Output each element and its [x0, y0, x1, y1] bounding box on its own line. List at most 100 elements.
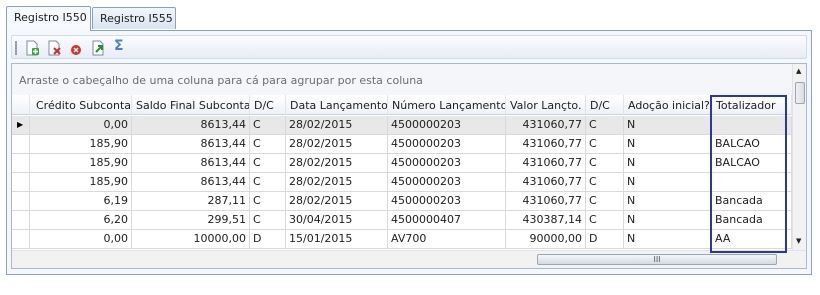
cell-valor-lancto[interactable]: 431060,77 [506, 154, 586, 172]
table-row[interactable]: 6,19 287,11 C 28/02/2015 4500000203 431060,77… [12, 192, 792, 211]
cell-credito-subconta[interactable]: 185,90 [30, 154, 132, 172]
cell-dc-2[interactable]: C [586, 135, 624, 153]
export-icon[interactable] [90, 40, 106, 56]
cell-credito-subconta[interactable]: 0,00 [30, 116, 132, 134]
cell-data-lancamento[interactable]: 28/02/2015 [286, 116, 388, 134]
cell-dc[interactable]: C [250, 116, 286, 134]
cell-saldo-final-subconta[interactable]: 8613,44 [132, 116, 250, 134]
cell-numero-lancamento[interactable]: AV700 [388, 230, 506, 248]
cell-dc-2[interactable]: D [586, 230, 624, 248]
header-saldo-final-subconta[interactable]: Saldo Final Subconta [132, 95, 250, 115]
cell-adocao-inicial[interactable]: N [624, 230, 712, 248]
cell-credito-subconta[interactable]: 6,20 [30, 211, 132, 229]
table-row[interactable]: 185,90 8613,44 C 28/02/2015 4500000203 431060… [12, 154, 792, 173]
toolbar-grip[interactable] [15, 41, 17, 55]
tab-registro-i550[interactable]: Registro I550 [6, 6, 91, 31]
vertical-scroll-thumb[interactable] [795, 82, 805, 104]
cell-totalizador[interactable]: BALCAO [712, 135, 792, 153]
cell-totalizador[interactable]: AA [712, 230, 792, 248]
row-indicator[interactable] [12, 154, 30, 172]
header-adocao-inicial[interactable]: Adoção inicial? [624, 95, 712, 115]
scroll-down-arrow-icon[interactable]: ▼ [796, 237, 801, 245]
row-indicator[interactable] [12, 173, 30, 191]
cell-totalizador[interactable]: Bancada [712, 192, 792, 210]
cell-totalizador[interactable]: BALCAO [712, 154, 792, 172]
cell-dc-2[interactable]: C [586, 154, 624, 172]
table-row[interactable]: 0,00 10000,00 D 15/01/2015 AV700 90000,00 D N AA [12, 230, 792, 249]
cell-dc[interactable]: C [250, 135, 286, 153]
cell-adocao-inicial[interactable]: N [624, 135, 712, 153]
cell-adocao-inicial[interactable]: N [624, 116, 712, 134]
table-row[interactable]: 185,90 8613,44 C 28/02/2015 4500000203 431060… [12, 135, 792, 154]
vertical-scrollbar[interactable]: ▲ ▼ [792, 64, 806, 250]
cell-numero-lancamento[interactable]: 4500000407 [388, 211, 506, 229]
cell-credito-subconta[interactable]: 185,90 [30, 173, 132, 191]
cell-dc[interactable]: C [250, 211, 286, 229]
cell-dc[interactable]: C [250, 154, 286, 172]
cell-saldo-final-subconta[interactable]: 299,51 [132, 211, 250, 229]
horizontal-scroll-thumb[interactable]: III [537, 254, 777, 265]
cell-numero-lancamento[interactable]: 4500000203 [388, 192, 506, 210]
row-indicator[interactable] [12, 135, 30, 153]
table-row[interactable]: 6,20 299,51 C 30/04/2015 4500000407 430387,14… [12, 211, 792, 230]
row-indicator[interactable] [12, 230, 30, 248]
cell-adocao-inicial[interactable]: N [624, 173, 712, 191]
cell-dc-2[interactable]: C [586, 173, 624, 191]
cell-credito-subconta[interactable]: 185,90 [30, 135, 132, 153]
cell-saldo-final-subconta[interactable]: 8613,44 [132, 135, 250, 153]
header-numero-lancamento[interactable]: Número Lançamento [388, 95, 506, 115]
cell-dc[interactable]: D [250, 230, 286, 248]
cell-data-lancamento[interactable]: 28/02/2015 [286, 135, 388, 153]
horizontal-scrollbar[interactable]: III [12, 250, 806, 268]
tab-registro-i555[interactable]: Registro I555 [92, 7, 176, 29]
cell-totalizador[interactable]: Bancada [712, 211, 792, 229]
cell-valor-lancto[interactable]: 90000,00 [506, 230, 586, 248]
cell-valor-lancto[interactable]: 431060,77 [506, 116, 586, 134]
cell-dc-2[interactable]: C [586, 211, 624, 229]
row-indicator[interactable]: ▶ [12, 116, 30, 134]
sum-icon[interactable]: Σ [114, 38, 130, 54]
scroll-up-arrow-icon[interactable]: ▲ [796, 67, 801, 75]
cell-valor-lancto[interactable]: 431060,77 [506, 173, 586, 191]
cancel-icon[interactable] [68, 40, 84, 56]
cell-dc[interactable]: C [250, 192, 286, 210]
cell-data-lancamento[interactable]: 28/02/2015 [286, 173, 388, 191]
cell-dc-2[interactable]: C [586, 116, 624, 134]
header-data-lancamento[interactable]: Data Lançamento [286, 95, 388, 115]
add-icon[interactable] [24, 40, 40, 56]
cell-numero-lancamento[interactable]: 4500000203 [388, 154, 506, 172]
header-dc-2[interactable]: D/C [586, 95, 624, 115]
cell-credito-subconta[interactable]: 0,00 [30, 230, 132, 248]
cell-totalizador[interactable] [712, 173, 792, 191]
cell-saldo-final-subconta[interactable]: 8613,44 [132, 173, 250, 191]
cell-data-lancamento[interactable]: 28/02/2015 [286, 192, 388, 210]
cell-saldo-final-subconta[interactable]: 287,11 [132, 192, 250, 210]
cell-dc[interactable]: C [250, 173, 286, 191]
cell-saldo-final-subconta[interactable]: 8613,44 [132, 154, 250, 172]
cell-saldo-final-subconta[interactable]: 10000,00 [132, 230, 250, 248]
row-indicator[interactable] [12, 192, 30, 210]
cell-valor-lancto[interactable]: 431060,77 [506, 192, 586, 210]
cell-numero-lancamento[interactable]: 4500000203 [388, 116, 506, 134]
group-by-panel[interactable]: Arraste o cabeçalho de uma coluna para c… [12, 64, 792, 95]
cell-data-lancamento[interactable]: 30/04/2015 [286, 211, 388, 229]
header-totalizador[interactable]: Totalizador [712, 95, 792, 115]
cell-totalizador[interactable] [712, 116, 792, 134]
cell-adocao-inicial[interactable]: N [624, 211, 712, 229]
delete-icon[interactable] [46, 40, 62, 56]
cell-valor-lancto[interactable]: 431060,77 [506, 135, 586, 153]
cell-credito-subconta[interactable]: 6,19 [30, 192, 132, 210]
cell-adocao-inicial[interactable]: N [624, 192, 712, 210]
table-row[interactable]: 185,90 8613,44 C 28/02/2015 4500000203 431060… [12, 173, 792, 192]
cell-numero-lancamento[interactable]: 4500000203 [388, 173, 506, 191]
header-credito-subconta[interactable]: Crédito Subconta [30, 95, 132, 115]
table-row[interactable]: ▶ 0,00 8613,44 C 28/02/2015 4500000203 431060,… [12, 116, 792, 135]
cell-numero-lancamento[interactable]: 4500000203 [388, 135, 506, 153]
header-valor-lancto[interactable]: Valor Lançto. [506, 95, 586, 115]
header-dc[interactable]: D/C [250, 95, 286, 115]
cell-adocao-inicial[interactable]: N [624, 154, 712, 172]
cell-data-lancamento[interactable]: 15/01/2015 [286, 230, 388, 248]
row-indicator[interactable] [12, 211, 30, 229]
cell-data-lancamento[interactable]: 28/02/2015 [286, 154, 388, 172]
cell-dc-2[interactable]: C [586, 192, 624, 210]
